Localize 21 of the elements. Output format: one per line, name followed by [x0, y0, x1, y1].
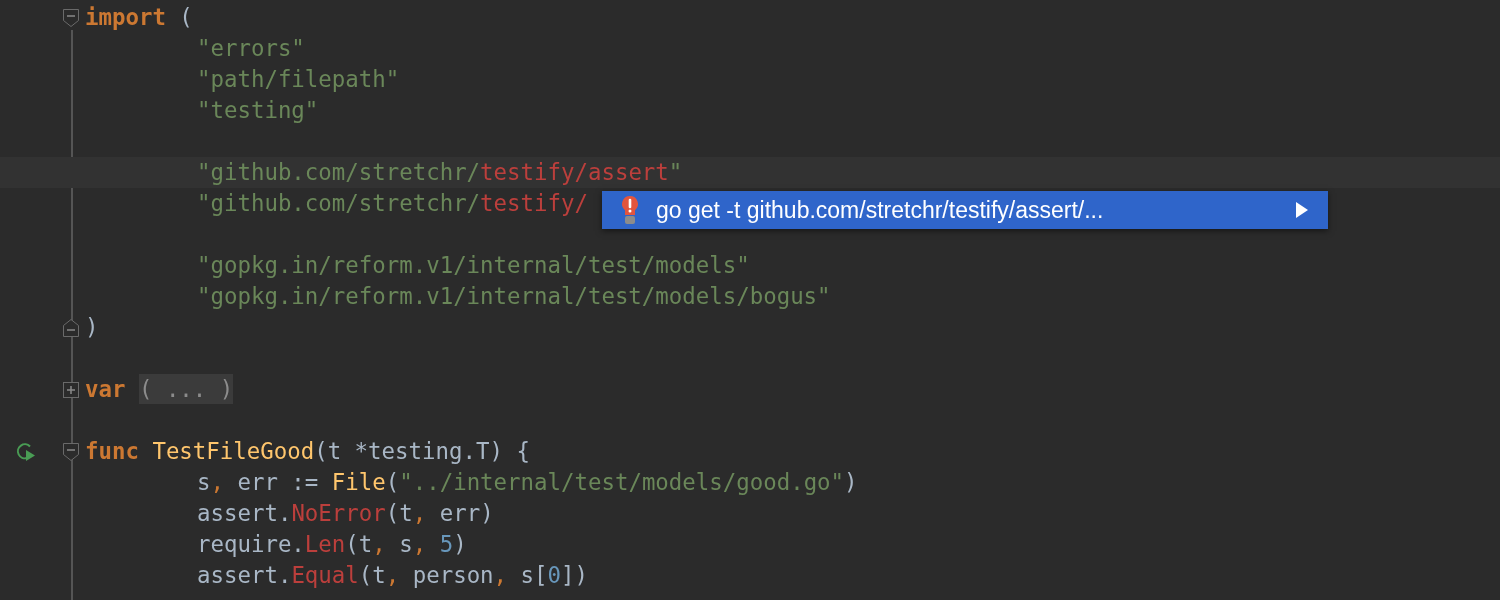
code-line: func TestFileGood(t *testing.T) {	[85, 437, 530, 466]
fold-end-icon[interactable]	[62, 317, 80, 338]
code-line: "github.com/stretchr/testify/	[196, 189, 588, 218]
code-line: )	[85, 313, 99, 342]
quick-fix-menu-item[interactable]: go get -t github.com/stretchr/testify/assert/...	[602, 191, 1328, 229]
code-line: assert.NoError(t, err)	[196, 499, 494, 528]
code-line: require.Len(t, s, 5)	[196, 530, 467, 559]
code-line: "gopkg.in/reform.v1/internal/test/models"	[196, 251, 750, 280]
code-line: "errors"	[196, 34, 305, 63]
code-line: import (	[85, 3, 193, 32]
fold-collapse-icon[interactable]	[62, 441, 80, 462]
code-line: var ( ... )	[85, 374, 234, 405]
fold-expand-icon[interactable]	[62, 379, 80, 400]
code-line: "github.com/stretchr/testify/assert"	[196, 158, 683, 187]
code-line: "gopkg.in/reform.v1/internal/test/models/bogus"	[196, 282, 831, 311]
lightbulb-icon	[620, 195, 640, 225]
code-line: assert.Equal(t, person, s[0])	[196, 561, 588, 590]
code-line: s, err := File("../internal/test/models/good.go")	[196, 468, 858, 497]
code-line: "testing"	[196, 96, 319, 125]
code-line: "path/filepath"	[196, 65, 400, 94]
fold-collapse-icon[interactable]	[62, 7, 80, 28]
